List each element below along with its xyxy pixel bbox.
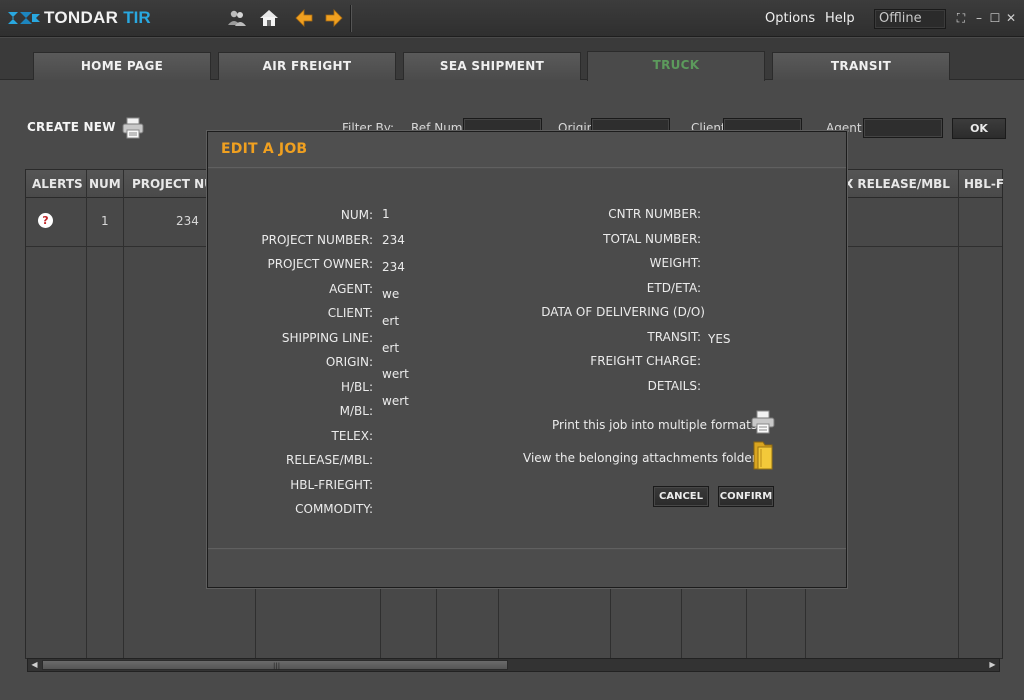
printer-icon[interactable] bbox=[750, 409, 776, 435]
tab-home-page[interactable]: HOME PAGE bbox=[33, 52, 211, 80]
tab-truck[interactable]: TRUCK bbox=[587, 51, 765, 81]
label-project-owner: PROJECT OWNER: bbox=[267, 257, 373, 271]
label-agent: AGENT: bbox=[329, 282, 373, 296]
horizontal-scrollbar[interactable]: ◀ ||| ▶ bbox=[27, 658, 1000, 672]
scroll-left-icon[interactable]: ◀ bbox=[28, 659, 41, 671]
row-num: 1 bbox=[101, 214, 109, 228]
minimize-icon[interactable]: – bbox=[972, 11, 986, 25]
label-num: NUM: bbox=[340, 208, 373, 222]
col-num[interactable]: NUM bbox=[89, 177, 121, 191]
col-divider bbox=[958, 170, 959, 660]
app-logo: TONDAR TIR bbox=[6, 7, 151, 29]
col-divider bbox=[746, 588, 747, 660]
label-etd-eta: ETD/ETA: bbox=[646, 281, 701, 295]
value-transit[interactable]: YES bbox=[708, 332, 731, 346]
value-project-owner[interactable]: 234 bbox=[382, 260, 405, 274]
col-project-number[interactable]: PROJECT NU bbox=[132, 177, 214, 191]
cancel-button[interactable]: CANCEL bbox=[653, 486, 709, 507]
label-delivery-date: DATA OF DELIVERING (D/O) bbox=[541, 305, 705, 319]
close-icon[interactable]: ✕ bbox=[1004, 11, 1018, 25]
label-mbl: M/BL: bbox=[339, 404, 373, 418]
menu-help[interactable]: Help bbox=[825, 11, 855, 26]
value-project-number[interactable]: 234 bbox=[382, 233, 405, 247]
label-client: CLIENT: bbox=[327, 306, 373, 320]
tab-transit[interactable]: TRANSIT bbox=[772, 52, 950, 80]
value-origin[interactable]: wert bbox=[382, 367, 409, 381]
value-client[interactable]: ert bbox=[382, 314, 399, 328]
folder-icon[interactable] bbox=[751, 439, 775, 471]
tab-sea-shipment[interactable]: SEA SHIPMENT bbox=[403, 52, 581, 80]
label-telex: TELEX: bbox=[331, 429, 373, 443]
dialog-footer bbox=[208, 550, 846, 587]
col-divider bbox=[86, 170, 87, 660]
label-total-number: TOTAL NUMBER: bbox=[603, 232, 701, 246]
col-divider bbox=[498, 588, 499, 660]
arrow-right-icon[interactable] bbox=[323, 7, 345, 29]
agent-input[interactable] bbox=[863, 118, 943, 138]
col-divider bbox=[380, 588, 381, 660]
printer-icon[interactable] bbox=[121, 117, 145, 139]
title-bar: TONDAR TIR Options Help Offline ⛶ – ☐ ✕ bbox=[0, 0, 1024, 37]
col-divider bbox=[610, 588, 611, 660]
label-shipping-line: SHIPPING LINE: bbox=[281, 331, 373, 345]
fullscreen-icon[interactable]: ⛶ bbox=[954, 11, 968, 25]
col-divider bbox=[123, 170, 124, 660]
label-weight: WEIGHT: bbox=[649, 256, 701, 270]
label-freight-charge: FREIGHT CHARGE: bbox=[590, 354, 701, 368]
col-hbl[interactable]: HBL-F bbox=[964, 177, 1004, 191]
attachments-folder-link[interactable]: View the belonging attachments folder bbox=[523, 451, 757, 465]
edit-job-dialog: EDIT A JOB NUM: PROJECT NUMBER: PROJECT … bbox=[207, 131, 847, 588]
logo-text: TONDAR bbox=[44, 8, 119, 27]
label-origin: ORIGIN: bbox=[325, 355, 373, 369]
question-alert-icon[interactable]: ? bbox=[38, 213, 53, 228]
value-hbl[interactable]: wert bbox=[382, 394, 409, 408]
value-num[interactable]: 1 bbox=[382, 207, 390, 221]
label-details: DETAILS: bbox=[647, 379, 701, 393]
logo-accent-text: TIR bbox=[123, 8, 151, 27]
dialog-title: EDIT A JOB bbox=[221, 141, 308, 157]
label-project-number: PROJECT NUMBER: bbox=[261, 233, 373, 247]
dialog-body: NUM: PROJECT NUMBER: PROJECT OWNER: AGEN… bbox=[208, 169, 846, 549]
value-shipping-line[interactable]: ert bbox=[382, 341, 399, 355]
label-hbl: H/BL: bbox=[340, 380, 373, 394]
col-divider bbox=[255, 588, 256, 660]
create-new-label[interactable]: CREATE NEW bbox=[27, 120, 116, 134]
col-telex-release[interactable]: X RELEASE/MBL bbox=[844, 177, 950, 191]
confirm-button[interactable]: CONFIRM bbox=[718, 486, 774, 507]
value-agent[interactable]: we bbox=[382, 287, 399, 301]
col-divider bbox=[805, 588, 806, 660]
filter-ok-button[interactable]: OK bbox=[952, 118, 1006, 139]
dialog-footer-divider bbox=[208, 548, 846, 549]
connection-status[interactable]: Offline bbox=[874, 9, 946, 29]
print-job-link[interactable]: Print this job into multiple formats bbox=[552, 418, 757, 432]
row-project-number: 234 bbox=[176, 214, 199, 228]
col-divider bbox=[436, 588, 437, 660]
logo-mark-icon bbox=[8, 12, 40, 24]
tab-air-freight[interactable]: AIR FREIGHT bbox=[218, 52, 396, 80]
maximize-icon[interactable]: ☐ bbox=[988, 11, 1002, 25]
arrow-left-icon[interactable] bbox=[293, 7, 315, 29]
col-alerts[interactable]: ALERTS bbox=[32, 177, 83, 191]
col-divider bbox=[681, 588, 682, 660]
label-transit: TRANSIT: bbox=[647, 330, 701, 344]
label-cntr-number: CNTR NUMBER: bbox=[608, 207, 701, 221]
label-release-mbl: RELEASE/MBL: bbox=[286, 453, 373, 467]
label-hbl-frieght: HBL-FRIEGHT: bbox=[290, 478, 373, 492]
home-icon[interactable] bbox=[258, 7, 280, 29]
dialog-divider bbox=[208, 167, 846, 168]
users-icon[interactable] bbox=[226, 7, 248, 29]
menu-options[interactable]: Options bbox=[765, 11, 815, 26]
label-commodity: COMMODITY: bbox=[295, 502, 373, 516]
scroll-right-icon[interactable]: ▶ bbox=[986, 659, 999, 671]
toolbar-separator bbox=[350, 5, 352, 32]
scroll-thumb[interactable]: ||| bbox=[42, 660, 508, 670]
